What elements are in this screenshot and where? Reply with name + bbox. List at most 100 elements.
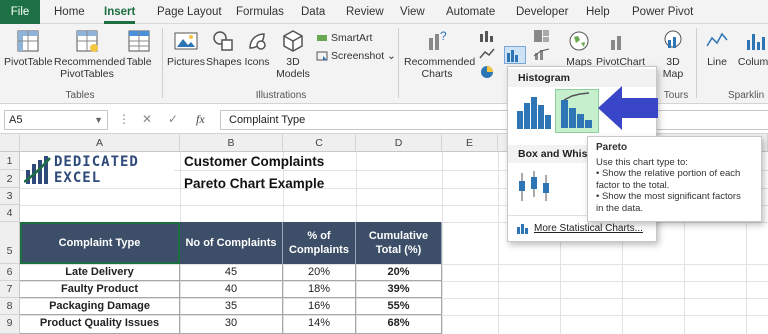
- tooltip-line: • Show the most significant factors: [596, 191, 741, 202]
- group-separator: [162, 28, 163, 98]
- group-separator: [398, 28, 399, 98]
- row-header-3[interactable]: 3: [0, 188, 20, 205]
- table-cell[interactable]: 18%: [283, 281, 356, 298]
- cube-icon: [283, 30, 303, 52]
- hierarchy-chart-button[interactable]: [532, 28, 554, 44]
- tab-file[interactable]: File: [0, 0, 40, 24]
- table-header-pct-of-complaints[interactable]: % of Complaints: [283, 222, 356, 264]
- histogram-chart-option[interactable]: [514, 91, 554, 131]
- name-box[interactable]: A5 ▼: [4, 110, 108, 130]
- treemap-icon: [534, 30, 549, 42]
- table-cell[interactable]: 16%: [283, 298, 356, 315]
- sparkline-column-label: Column: [737, 56, 768, 68]
- table-cell[interactable]: 55%: [356, 298, 442, 315]
- tab-automate[interactable]: Automate: [446, 0, 495, 24]
- row-header-4[interactable]: 4: [0, 205, 20, 222]
- recommended-charts-button[interactable]: ? Recommended Charts: [404, 28, 475, 80]
- recommended-pivottables-icon: [76, 30, 98, 52]
- icons-button[interactable]: Icons: [242, 28, 272, 68]
- sparkline-column-button[interactable]: Column: [736, 28, 768, 68]
- pictures-button[interactable]: Pictures: [166, 28, 206, 68]
- row-header-9[interactable]: 9: [0, 315, 20, 334]
- tab-data[interactable]: Data: [301, 0, 325, 24]
- group-separator: [696, 28, 697, 98]
- column-header-c[interactable]: C: [283, 134, 356, 152]
- table-button[interactable]: Table: [122, 28, 156, 68]
- cancel-icon[interactable]: ✕: [142, 112, 152, 126]
- tab-power-pivot[interactable]: Power Pivot: [632, 0, 693, 24]
- formula-input-value: Complaint Type: [229, 114, 306, 126]
- tab-view[interactable]: View: [400, 0, 425, 24]
- sparkline-line-button[interactable]: Line: [702, 28, 732, 68]
- table-cell[interactable]: 14%: [283, 315, 356, 334]
- table-cell[interactable]: 40: [180, 281, 283, 298]
- tooltip-line: in the data.: [596, 202, 644, 214]
- column-header-e[interactable]: E: [442, 134, 498, 152]
- tab-review[interactable]: Review: [346, 0, 384, 24]
- table-cell[interactable]: Product Quality Issues: [20, 315, 180, 334]
- box-whisker-chart-option[interactable]: [514, 167, 554, 207]
- table-icon: [128, 30, 150, 52]
- sparkline-line-label: Line: [707, 56, 727, 68]
- table-header-no-of-complaints[interactable]: No of Complaints: [180, 222, 283, 264]
- tab-home[interactable]: Home: [54, 0, 85, 24]
- table-header-complaint-type[interactable]: Complaint Type: [20, 222, 180, 264]
- smartart-button[interactable]: SmartArt: [316, 30, 372, 46]
- shapes-button[interactable]: Shapes: [206, 28, 242, 68]
- column-chart-button[interactable]: [478, 28, 498, 44]
- tab-developer[interactable]: Developer: [516, 0, 568, 24]
- table-cell[interactable]: Late Delivery: [20, 264, 180, 281]
- maps-button[interactable]: Maps: [564, 28, 594, 68]
- formula-input[interactable]: Complaint Type: [220, 110, 768, 130]
- row-header-2[interactable]: 2: [0, 170, 20, 188]
- select-all-corner[interactable]: [0, 134, 20, 152]
- more-options-icon[interactable]: ⋮: [118, 112, 130, 126]
- line-chart-button[interactable]: [478, 46, 498, 62]
- tab-formulas[interactable]: Formulas: [236, 0, 284, 24]
- pie-chart-button[interactable]: [478, 64, 498, 80]
- row-header-5[interactable]: 5: [0, 222, 20, 264]
- column-header-a[interactable]: A: [20, 134, 180, 152]
- table-cell[interactable]: 68%: [356, 315, 442, 334]
- row-header-6[interactable]: 6: [0, 264, 20, 281]
- header-pct-line1: % of: [307, 230, 331, 242]
- insert-function-icon[interactable]: fx: [196, 112, 205, 127]
- pivottable-button[interactable]: PivotTable: [4, 28, 52, 68]
- table-cell[interactable]: 39%: [356, 281, 442, 298]
- logo-bars-icon: [24, 156, 51, 184]
- screenshot-button[interactable]: Screenshot ⌄: [316, 48, 396, 64]
- row-header-8[interactable]: 8: [0, 298, 20, 315]
- table-cell[interactable]: Faulty Product: [20, 281, 180, 298]
- row-header-7[interactable]: 7: [0, 281, 20, 298]
- table-cell[interactable]: 45: [180, 264, 283, 281]
- table-cell[interactable]: 35: [180, 298, 283, 315]
- tab-help[interactable]: Help: [586, 0, 610, 24]
- pareto-chart-option[interactable]: [555, 89, 599, 133]
- pivotchart-button[interactable]: PivotChart: [596, 28, 645, 68]
- combo-chart-button[interactable]: [532, 46, 554, 62]
- chevron-down-icon[interactable]: ▼: [94, 111, 103, 129]
- globe-icon: [569, 31, 589, 51]
- table-cell[interactable]: Packaging Damage: [20, 298, 180, 315]
- column-header-b[interactable]: B: [180, 134, 283, 152]
- recommended-pivottables-button[interactable]: Recommended PivotTables: [54, 28, 125, 80]
- histogram-option-icon: [517, 97, 551, 129]
- tab-insert[interactable]: Insert: [104, 0, 136, 24]
- more-statistical-charts-link[interactable]: More Statistical Charts...: [516, 221, 643, 237]
- recommended-charts-icon: ?: [429, 29, 447, 50]
- table-cell[interactable]: 20%: [356, 264, 442, 281]
- illustrations-group-label: Illustrations: [255, 90, 307, 101]
- pictures-label: Pictures: [167, 56, 205, 68]
- table-cell[interactable]: 20%: [283, 264, 356, 281]
- column-header-d[interactable]: D: [356, 134, 442, 152]
- table-cell[interactable]: 30: [180, 315, 283, 334]
- enter-icon[interactable]: ✓: [168, 112, 178, 126]
- 3d-models-button[interactable]: 3D Models: [274, 28, 312, 80]
- dedicated-excel-logo: DEDICATED EXCEL: [24, 154, 174, 188]
- statistic-chart-button[interactable]: [504, 46, 526, 64]
- 3d-map-button[interactable]: 3D Map: [656, 28, 690, 80]
- row-header-1[interactable]: 1: [0, 152, 20, 170]
- tables-group-label: Tables: [65, 90, 95, 101]
- table-header-cumulative-total[interactable]: Cumulative Total (%): [356, 222, 442, 264]
- tab-page-layout[interactable]: Page Layout: [157, 0, 222, 24]
